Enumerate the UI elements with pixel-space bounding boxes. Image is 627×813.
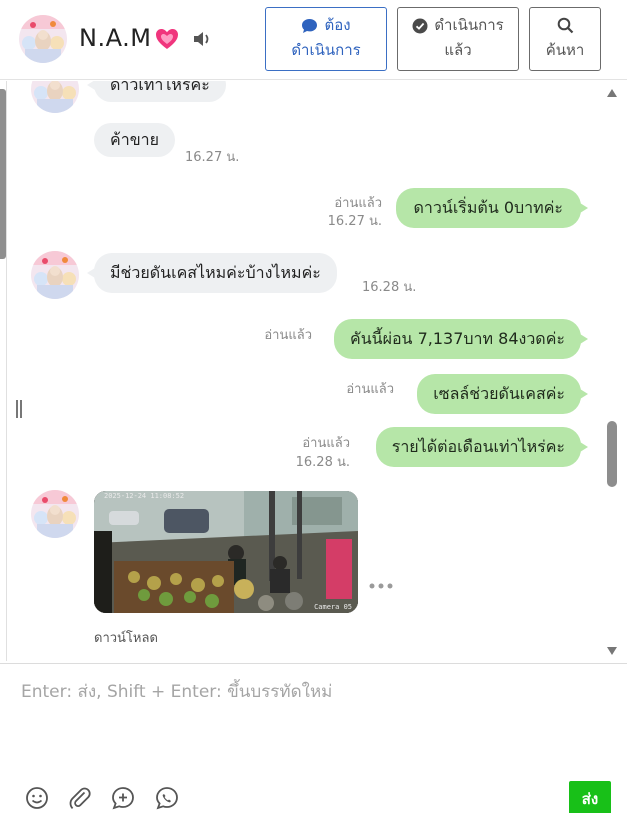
message-bubble-outgoing: ดาวน์เริ่มต้น 0บาทค่ะ — [395, 188, 589, 228]
resize-handle[interactable] — [16, 400, 24, 420]
read-status: อ่านแล้ว — [346, 382, 394, 397]
sparkling-heart-icon — [156, 29, 178, 49]
message-time: 16.27 น. — [185, 150, 240, 165]
message-bubble-incoming: ดาวเท่าไหร่คะ — [87, 81, 226, 102]
paperclip-icon[interactable] — [68, 786, 92, 810]
download-link[interactable]: ดาวน์โหลด — [94, 627, 158, 648]
done-button[interactable]: ดำเนินการ แล้ว — [397, 7, 519, 71]
message-bubble-outgoing: คันนี้ผ่อน 7,137บาท 84งวดค่ะ — [333, 319, 589, 359]
emoji-icon[interactable] — [25, 786, 49, 810]
scroll-down-arrow-icon[interactable] — [606, 646, 618, 656]
message-list[interactable]: ดาวเท่าไหร่คะ ค้าขาย 16.27 น. อ่านแล้ว 1… — [0, 81, 627, 663]
sender-avatar[interactable] — [31, 490, 79, 538]
cctv-photo — [94, 491, 358, 613]
phone-chat-icon[interactable] — [155, 786, 179, 810]
scrollbar-thumb[interactable] — [607, 421, 617, 487]
message-time: 16.28 น. — [295, 455, 350, 470]
message-time: 16.28 น. — [362, 280, 417, 295]
message-bubble-incoming: มีช่วยดันเคสไหมค่ะบ้างไหมค่ะ — [87, 253, 337, 293]
message-bubble-outgoing: รายได้ต่อเดือนเท่าไหร่คะ — [375, 427, 589, 467]
message-bubble-outgoing: เซลล์ช่วยดันเคสค่ะ — [417, 374, 588, 414]
search-icon — [557, 17, 573, 34]
add-comment-icon[interactable] — [111, 786, 135, 810]
read-status: อ่านแล้ว — [334, 196, 382, 211]
message-composer: ส่ง — [0, 663, 627, 813]
photo-camera-label: Camera 05 — [314, 603, 352, 611]
chat-header: N.A.M ต้อง ดำเนินการ ดำเนินการ แล้ว ค้นห… — [0, 0, 627, 80]
message-time: 16.27 น. — [327, 214, 382, 229]
message-bubble-incoming: ค้าขาย — [94, 123, 175, 157]
chat-bubble-icon — [302, 18, 318, 33]
todo-label-2: ดำเนินการ — [291, 41, 361, 59]
todo-button[interactable]: ต้อง ดำเนินการ — [265, 7, 387, 71]
read-status: อ่านแล้ว — [302, 436, 350, 451]
image-attachment[interactable]: 2025-12-24 11:08:52 Camera 05 — [94, 491, 358, 613]
scroll-up-arrow-icon[interactable] — [606, 88, 618, 98]
left-scrollbar-thumb[interactable] — [0, 89, 6, 259]
todo-label-1: ต้อง — [324, 16, 351, 34]
send-button[interactable]: ส่ง — [569, 781, 611, 813]
photo-timestamp: 2025-12-24 11:08:52 — [104, 492, 185, 500]
speaker-icon[interactable] — [193, 30, 213, 48]
scrollbar[interactable] — [603, 81, 621, 661]
done-label-2: แล้ว — [444, 41, 472, 59]
left-scrollbar[interactable] — [0, 81, 7, 661]
more-options-icon[interactable] — [368, 582, 394, 590]
contact-name: N.A.M — [79, 24, 152, 52]
search-label: ค้นหา — [545, 41, 585, 59]
contact-avatar[interactable] — [19, 15, 67, 63]
check-circle-icon — [412, 18, 428, 33]
sender-avatar[interactable] — [31, 81, 79, 113]
message-input[interactable] — [9, 664, 622, 772]
sender-avatar[interactable] — [31, 251, 79, 299]
read-status: อ่านแล้ว — [264, 328, 312, 343]
done-label-1: ดำเนินการ — [434, 16, 504, 34]
search-button[interactable]: ค้นหา — [529, 7, 601, 71]
